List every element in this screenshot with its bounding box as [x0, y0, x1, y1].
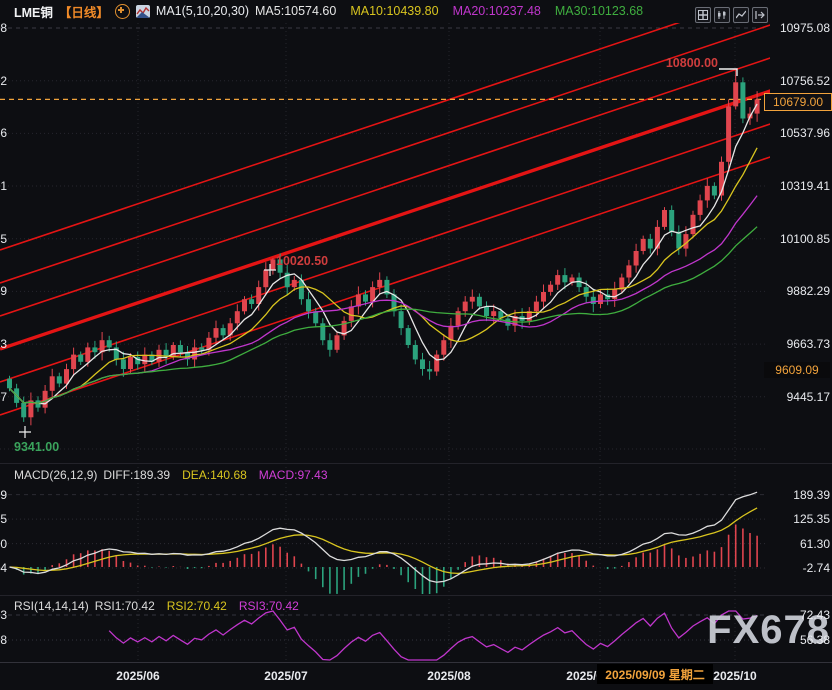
ma-group-label: MA1(5,10,20,30) [156, 4, 249, 18]
macd-header: MACD(26,12,9) DIFF:189.39 DEA:140.68 MAC… [14, 468, 328, 482]
macd-axis-label-sliver: 189.39 [0, 488, 7, 502]
mini-chart-icon[interactable] [136, 5, 150, 18]
y-axis-label-sliver: 10100.85 [0, 232, 7, 246]
ma-legend-item: MA20:10237.48 [453, 4, 541, 18]
rsi-header: RSI(14,14,14) RSI1:70.42 RSI2:70.42 RSI3… [14, 599, 299, 613]
y-axis-label-sliver: 10756.52 [0, 74, 7, 88]
y-axis-label-sliver: 9882.29 [0, 284, 7, 298]
ma-legend-item: MA30:10123.68 [555, 4, 643, 18]
chart-toolbar [695, 7, 768, 23]
line-panel-icon[interactable] [733, 7, 749, 23]
candlestick-panel-icon[interactable] [714, 7, 730, 23]
y-axis-label: 9445.17 [768, 390, 830, 404]
symbol-name: LME铜 [14, 2, 53, 21]
time-axis-label: 2025/06 [116, 669, 159, 683]
macd-axis-label: 125.35 [768, 512, 830, 526]
rsi-axis-label: 56.38 [768, 633, 830, 647]
grid-layout-icon[interactable] [695, 7, 711, 23]
time-axis-label: 2025/10 [713, 669, 756, 683]
y-axis-label-sliver: 10975.08 [0, 21, 7, 35]
y-axis-label-sliver: 10537.96 [0, 126, 7, 140]
ma-legend: MA5:10574.60 MA10:10439.80 MA20:10237.48 MA… [255, 4, 643, 18]
marked-price-tag: 9609.09 [764, 362, 830, 378]
macd-axis-label-sliver: 125.35 [0, 512, 7, 526]
macd-diff-value: DIFF:189.39 [103, 468, 170, 482]
chart-canvas [0, 0, 832, 690]
macd-axis-label-sliver: 61.30 [0, 537, 7, 551]
annotation-peak-10020: 10020.50 [276, 254, 328, 268]
y-axis-label: 10756.52 [768, 74, 830, 88]
annotation-low-9341: 9341.00 [14, 440, 59, 454]
current-price-tag: 10679.00 [764, 93, 832, 111]
rsi-axis-label-sliver: 56.38 [0, 633, 7, 647]
y-axis-label: 10537.96 [768, 126, 830, 140]
macd-dea-value: DEA:140.68 [182, 468, 247, 482]
rsi-axis-label: 72.43 [768, 608, 830, 622]
macd-axis-label-sliver: -2.74 [0, 561, 7, 575]
rsi2-value: RSI2:70.42 [167, 599, 227, 613]
y-axis-label: 9882.29 [768, 284, 830, 298]
macd-axis-label: 189.39 [768, 488, 830, 502]
macd-axis-label: -2.74 [768, 561, 830, 575]
trading-chart-window: LME铜 【日线】 MA1(5,10,20,30) MA5:10574.60MA… [0, 0, 832, 690]
y-axis-label: 9663.73 [768, 337, 830, 351]
y-axis-label: 10975.08 [768, 21, 830, 35]
annotation-high-10800: 10800.00 [666, 56, 718, 70]
macd-title: MACD(26,12,9) [14, 468, 97, 482]
y-axis-label-sliver: 9445.17 [0, 390, 7, 404]
rsi-axis-label-sliver: 72.43 [0, 608, 7, 622]
macd-axis-label: 61.30 [768, 537, 830, 551]
ma-legend-item: MA5:10574.60 [255, 4, 336, 18]
y-axis-label-sliver: 10319.41 [0, 179, 7, 193]
time-axis-label: 2025/07 [264, 669, 307, 683]
period-label: 【日线】 [59, 2, 109, 21]
rsi-title: RSI(14,14,14) [14, 599, 89, 613]
rsi3-value: RSI3:70.42 [239, 599, 299, 613]
time-axis-label: 2025/08 [427, 669, 470, 683]
y-axis-label: 10100.85 [768, 232, 830, 246]
y-axis-label: 10319.41 [768, 179, 830, 193]
macd-macd-value: MACD:97.43 [259, 468, 328, 482]
indicator-settings-icon[interactable] [115, 4, 130, 19]
export-panel-icon[interactable] [752, 7, 768, 23]
date-tooltip: 2025/09/09 星期二 [597, 664, 713, 684]
ma-legend-item: MA10:10439.80 [350, 4, 438, 18]
y-axis-label-sliver: 9663.73 [0, 337, 7, 351]
rsi1-value: RSI1:70.42 [95, 599, 155, 613]
